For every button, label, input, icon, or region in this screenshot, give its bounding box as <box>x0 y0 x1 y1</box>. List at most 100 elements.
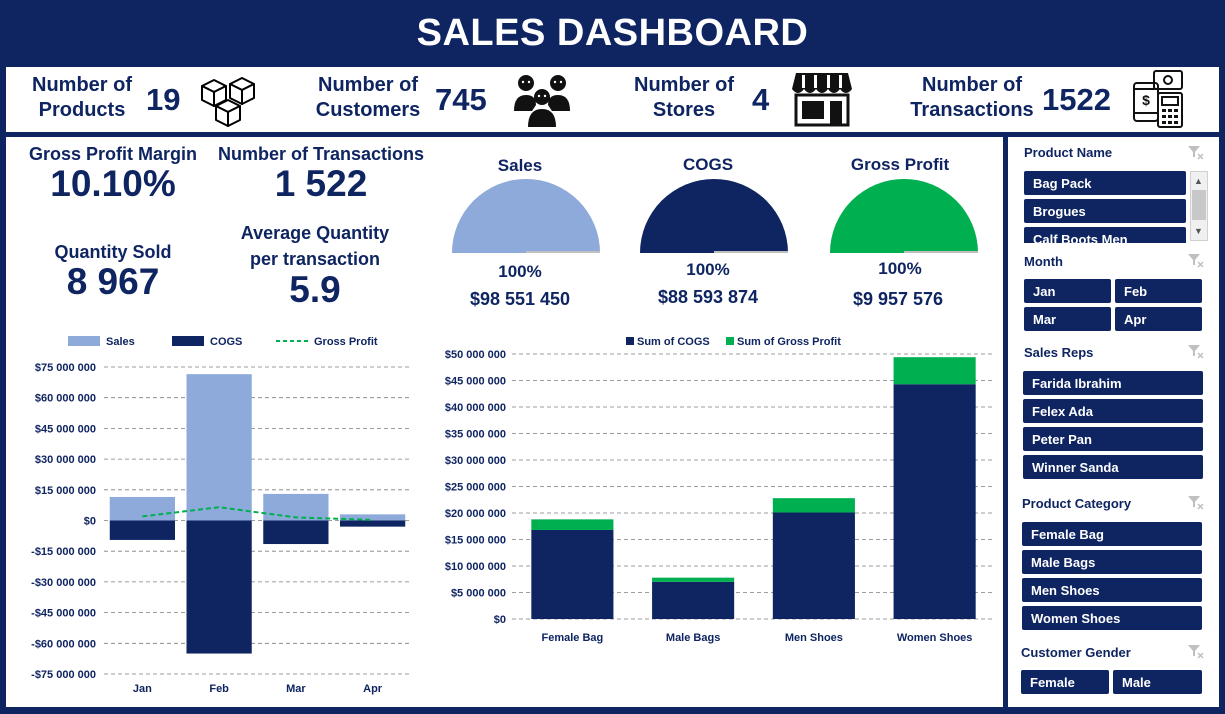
kpi-label-line: Number of <box>634 74 734 96</box>
bar-cogs <box>186 520 252 654</box>
slicer-item-bag-pack[interactable]: Bag Pack <box>1024 171 1186 195</box>
slicer-item-men-shoes[interactable]: Men Shoes <box>1022 578 1202 602</box>
slicer-item-peter-pan[interactable]: Peter Pan <box>1023 427 1203 451</box>
y-tick-label: $50 000 000 <box>445 349 506 361</box>
kpi-label-line: Number of <box>32 74 132 96</box>
kpi-customers-label: Number of Customers <box>308 73 428 123</box>
slicer-item-farida-ibrahim[interactable]: Farida Ibrahim <box>1023 371 1203 395</box>
x-tick-label: Feb <box>209 683 229 695</box>
clear-filter-icon[interactable] <box>1187 145 1205 161</box>
y-tick-label: $40 000 000 <box>445 402 506 414</box>
kpi-transactions-label: Number of Transactions <box>906 73 1038 123</box>
legend-label: Sales <box>106 336 135 348</box>
y-tick-label: $15 000 000 <box>35 485 96 497</box>
y-tick-label: -$60 000 000 <box>31 638 96 650</box>
slicer-item-mar[interactable]: Mar <box>1024 307 1111 331</box>
payment-icon: $ <box>1133 70 1183 128</box>
bar-sum-of-cogs <box>893 384 976 619</box>
slicer-customer-gender-title: Customer Gender <box>1021 645 1131 660</box>
gauge-sales-title: Sales <box>497 156 543 175</box>
x-tick-label: Women Shoes <box>897 632 973 644</box>
y-tick-label: $35 000 000 <box>445 429 506 441</box>
x-tick-label: Apr <box>363 683 383 695</box>
kpi-products-value: 19 <box>146 82 181 117</box>
slicer-item-feb[interactable]: Feb <box>1115 279 1202 303</box>
kpi-label-line: Customers <box>315 99 421 121</box>
slicer-item-female[interactable]: Female <box>1021 670 1109 694</box>
legend-swatch <box>172 336 204 346</box>
y-tick-label: $60 000 000 <box>35 393 96 405</box>
slicer-item-male-bags[interactable]: Male Bags <box>1022 550 1202 574</box>
slicer-panel: Product Name Bag Pack Brogues Calf Boots… <box>1008 137 1219 707</box>
main-panel: Gross Profit Margin 10.10% Number of Tra… <box>6 137 1003 707</box>
slicer-item-winner-sanda[interactable]: Winner Sanda <box>1023 455 1203 479</box>
gauge-fill-0 <box>452 179 600 253</box>
scroll-thumb[interactable] <box>1192 190 1206 220</box>
slicer-item-brogues[interactable]: Brogues <box>1024 199 1186 223</box>
slicer-item-felex-ada[interactable]: Felex Ada <box>1023 399 1203 423</box>
slicer-product-name-title: Product Name <box>1024 145 1113 160</box>
gauge-cogs-amount: $88 593 874 <box>657 287 759 307</box>
category-stacked-chart: Sum of COGS Sum of Gross Profit $50 000 00… <box>445 336 995 644</box>
kpi-customers-value: 745 <box>435 82 487 117</box>
slicer-item-clip: Calf Boots Men <box>1024 227 1186 243</box>
y-tick-label: -$30 000 000 <box>31 577 96 589</box>
slicer-item-female-bag[interactable]: Female Bag <box>1022 522 1202 546</box>
x-tick-label: Jan <box>133 683 152 695</box>
transactions-label: Number of Transactions <box>217 144 425 164</box>
y-tick-label: -$15 000 000 <box>31 546 96 558</box>
scroll-down-icon[interactable]: ▼ <box>1194 226 1203 236</box>
avg-quantity-label: Average Quantity per transaction <box>210 220 420 272</box>
bar-sales <box>109 496 175 521</box>
kpi-label-line: Stores <box>652 99 716 121</box>
clear-filter-icon[interactable] <box>1187 344 1205 360</box>
dashboard-title: SALES DASHBOARD <box>416 11 809 54</box>
legend-swatch <box>726 337 734 345</box>
x-tick-label: Mar <box>286 683 306 695</box>
y-tick-label: -$45 000 000 <box>31 608 96 620</box>
slicer-item-male[interactable]: Male <box>1113 670 1202 694</box>
y-tick-label: $5 000 000 <box>451 588 506 600</box>
svg-text:$: $ <box>1142 92 1150 108</box>
bar-cogs <box>340 520 406 527</box>
kpi-stores-value: 4 <box>752 82 770 117</box>
clear-filter-icon[interactable] <box>1187 644 1205 660</box>
legend-swatch <box>68 336 100 346</box>
gauge-gross-profit-title: Gross Profit <box>850 155 950 174</box>
y-tick-label: $15 000 000 <box>445 535 506 547</box>
slicer-product-category-title: Product Category <box>1022 496 1132 511</box>
bar-sales <box>186 374 252 521</box>
gauge-gross-profit-amount: $9 957 576 <box>852 289 944 309</box>
y-tick-label: $45 000 000 <box>445 376 506 388</box>
x-tick-label: Female Bag <box>542 632 604 644</box>
kpi-label-line: Products <box>38 99 126 121</box>
avg-quantity-label-line: Average Quantity <box>240 223 390 243</box>
avg-quantity-value: 5.9 <box>289 269 341 310</box>
gauge-cogs-percent: 100% <box>686 260 730 279</box>
legend-label: Sum of COGS <box>637 336 710 348</box>
scroll-up-icon[interactable]: ▲ <box>1194 176 1203 186</box>
gauge-fill-1 <box>640 179 788 253</box>
slicer-item-calf-boots-men[interactable]: Calf Boots Men <box>1024 227 1186 243</box>
y-tick-label: $30 000 000 <box>35 454 96 466</box>
monthly-sales-chart: Sales COGS Gross Profit $75 000 000 $60 000 … <box>31 336 411 695</box>
y-tick-label: $20 000 000 <box>445 508 506 520</box>
y-tick-label: $10 000 000 <box>445 561 506 573</box>
kpi-label-line: Transactions <box>910 99 1034 121</box>
kpi-label-line: Number of <box>922 74 1022 96</box>
gauge-sales-percent: 100% <box>498 262 542 281</box>
clear-filter-icon[interactable] <box>1187 495 1205 511</box>
clear-filter-icon[interactable] <box>1187 253 1205 269</box>
x-tick-label: Male Bags <box>666 632 720 644</box>
kpi-label-line: Number of <box>318 74 418 96</box>
bar-sum-of-gross-profit <box>652 577 735 582</box>
slicer-item-jan[interactable]: Jan <box>1024 279 1111 303</box>
gauge-fill-2 <box>830 179 978 253</box>
y-tick-label: -$75 000 000 <box>31 669 96 681</box>
slicer-scrollbar[interactable]: ▲ ▼ <box>1190 171 1208 241</box>
bar-sum-of-gross-profit <box>531 519 614 530</box>
kpi-products-label: Number of Products <box>24 73 140 123</box>
slicer-item-apr[interactable]: Apr <box>1115 307 1202 331</box>
gauge-cogs-title: COGS <box>682 155 734 174</box>
slicer-item-women-shoes[interactable]: Women Shoes <box>1022 606 1202 630</box>
